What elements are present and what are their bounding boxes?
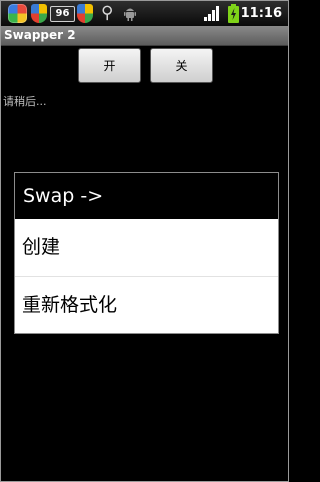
wait-message: 请稍后... [3, 95, 47, 108]
shield-icon [31, 4, 47, 23]
status-bar: 96 ⚲ 11:16 [1, 1, 288, 26]
dialog-item-create[interactable]: 创建 [15, 219, 278, 276]
signal-icon [204, 6, 219, 21]
usb-icon: ⚲ [101, 3, 114, 23]
dialog-item-reformat[interactable]: 重新格式化 [15, 277, 278, 334]
android-debug-icon [124, 8, 136, 21]
swap-dialog: Swap -> 创建 重新格式化 [14, 172, 279, 334]
battery-charging-icon [228, 4, 239, 23]
off-button[interactable]: 关 [150, 48, 213, 83]
screen: 96 ⚲ 11:16 Swapper 2 开 关 请稍后... Swap -> … [0, 0, 289, 482]
clock: 11:16 [240, 6, 282, 21]
app-title: Swapper 2 [4, 28, 76, 42]
dialog-title: Swap -> [15, 173, 278, 219]
shield-icon [77, 4, 93, 23]
notification-badge: 96 [50, 6, 75, 22]
app-icon [8, 4, 27, 23]
on-button[interactable]: 开 [78, 48, 141, 83]
title-bar: Swapper 2 [1, 26, 288, 46]
dialog-list: 创建 重新格式化 [15, 219, 278, 333]
